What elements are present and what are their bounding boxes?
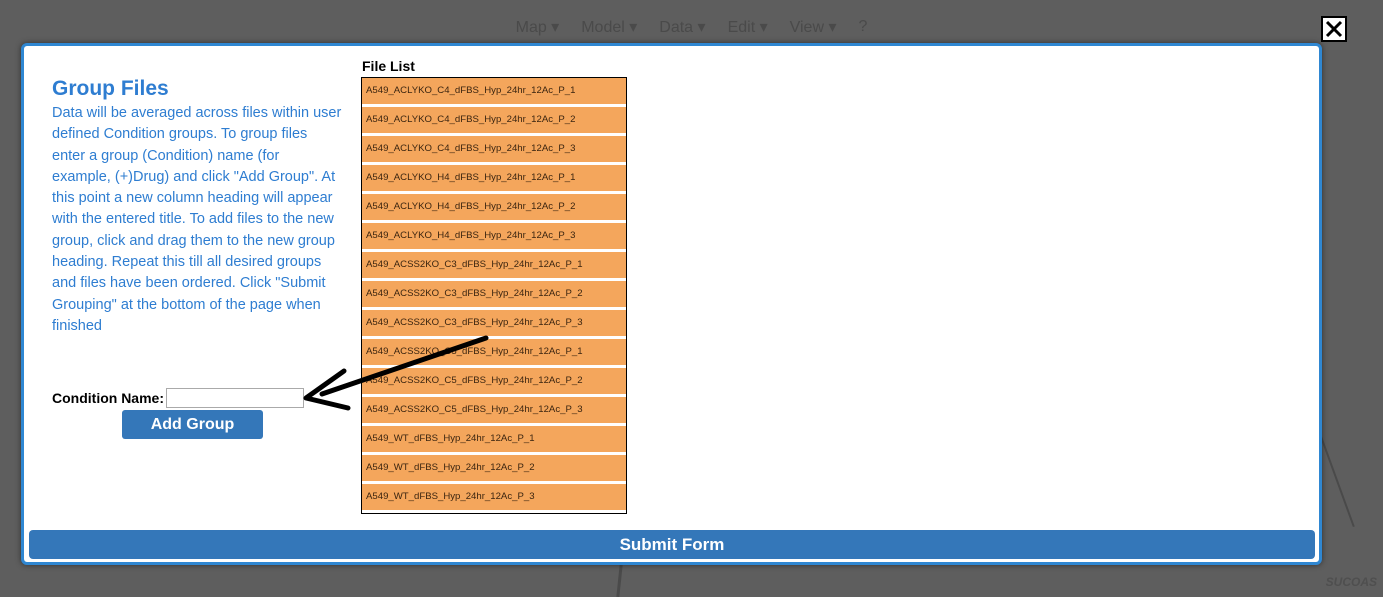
file-item[interactable]: A549_ACLYKO_H4_dFBS_Hyp_24hr_12Ac_P_2 bbox=[362, 194, 626, 220]
file-item[interactable]: A549_ACLYKO_H4_dFBS_Hyp_24hr_12Ac_P_3 bbox=[362, 223, 626, 249]
file-item[interactable]: A549_ACSS2KO_C5_dFBS_Hyp_24hr_12Ac_P_1 bbox=[362, 339, 626, 365]
bg-menu-view: View ▾ bbox=[789, 19, 837, 36]
group-files-modal: Group Files Data will be averaged across… bbox=[21, 43, 1322, 565]
file-item[interactable]: A549_ACLYKO_C4_dFBS_Hyp_24hr_12Ac_P_3 bbox=[362, 136, 626, 162]
condition-name-input[interactable] bbox=[166, 388, 304, 408]
submit-form-button[interactable]: Submit Form bbox=[29, 530, 1315, 559]
file-list-title: File List bbox=[362, 58, 415, 74]
file-item[interactable]: A549_WT_dFBS_Hyp_24hr_12Ac_P_1 bbox=[362, 426, 626, 452]
file-item[interactable]: A549_ACSS2KO_C5_dFBS_Hyp_24hr_12Ac_P_2 bbox=[362, 368, 626, 394]
bg-menu-map: Map ▾ bbox=[515, 19, 560, 36]
condition-row: Condition Name: bbox=[52, 388, 304, 408]
file-item[interactable]: A549_ACLYKO_C4_dFBS_Hyp_24hr_12Ac_P_2 bbox=[362, 107, 626, 133]
background-line bbox=[616, 564, 623, 597]
bg-menu-model: Model ▾ bbox=[581, 19, 638, 36]
add-group-button[interactable]: Add Group bbox=[122, 410, 263, 439]
condition-name-label: Condition Name: bbox=[52, 390, 164, 406]
bg-menu-help: ? bbox=[858, 18, 868, 35]
info-panel: Group Files Data will be averaged across… bbox=[52, 77, 342, 337]
file-item[interactable]: A549_ACSS2KO_C5_dFBS_Hyp_24hr_12Ac_P_3 bbox=[362, 397, 626, 423]
file-item[interactable]: A549_WT_dFBS_Hyp_24hr_12Ac_P_2 bbox=[362, 455, 626, 481]
bg-menu-edit: Edit ▾ bbox=[727, 19, 768, 36]
close-x-icon bbox=[1325, 20, 1343, 38]
file-item[interactable]: A549_ACLYKO_H4_dFBS_Hyp_24hr_12Ac_P_1 bbox=[362, 165, 626, 191]
file-item[interactable]: A549_ACLYKO_C4_dFBS_Hyp_24hr_12Ac_P_1 bbox=[362, 78, 626, 104]
close-button[interactable] bbox=[1321, 16, 1347, 42]
modal-title: Group Files bbox=[52, 77, 169, 100]
bg-menu-data: Data ▾ bbox=[659, 19, 706, 36]
file-list[interactable]: A549_ACLYKO_C4_dFBS_Hyp_24hr_12Ac_P_1 A5… bbox=[361, 77, 627, 514]
file-item[interactable]: A549_ACSS2KO_C3_dFBS_Hyp_24hr_12Ac_P_3 bbox=[362, 310, 626, 336]
background-menubar: Map ▾ Model ▾ Data ▾ Edit ▾ View ▾ ? bbox=[0, 10, 1383, 44]
file-item[interactable]: A549_WT_dFBS_Hyp_24hr_12Ac_P_3 bbox=[362, 484, 626, 510]
file-item[interactable]: A549_ACSS2KO_C3_dFBS_Hyp_24hr_12Ac_P_1 bbox=[362, 252, 626, 278]
background-label: SUCOAS bbox=[1325, 575, 1377, 589]
file-item[interactable]: A549_ACSS2KO_C3_dFBS_Hyp_24hr_12Ac_P_2 bbox=[362, 281, 626, 307]
instructions-text: Data will be averaged across files withi… bbox=[52, 105, 342, 334]
